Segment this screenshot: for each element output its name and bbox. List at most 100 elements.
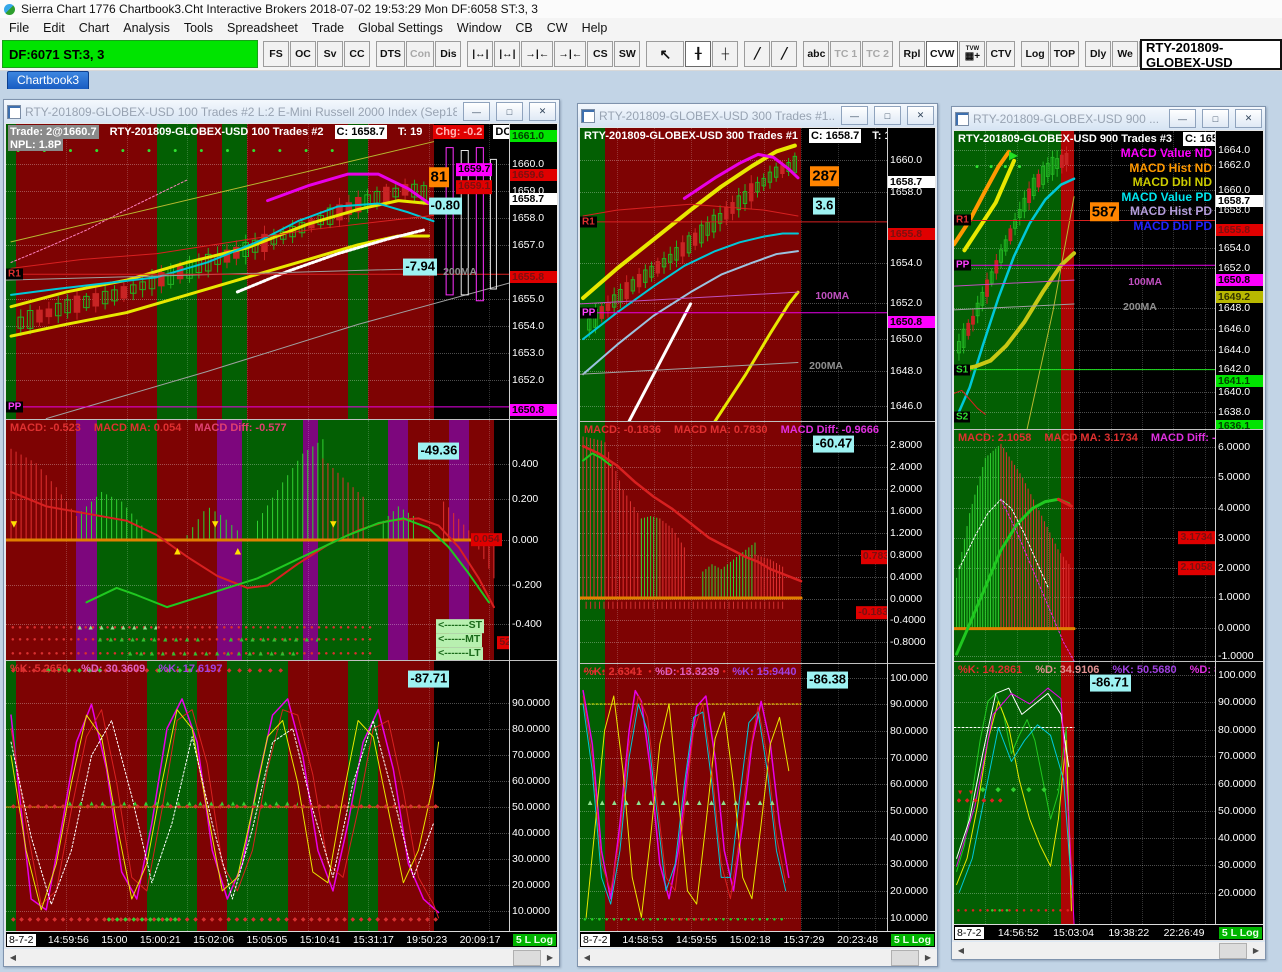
menu-global-settings[interactable]: Global Settings	[351, 19, 450, 37]
scroll-left-arrow[interactable]: ◀	[953, 943, 969, 958]
header-segment: MACD MA: 3.1734	[1044, 432, 1138, 445]
time-label: 8-7-2	[955, 926, 984, 939]
stoch-scale[interactable]: 100.000 90.0000 80.0000 70.0000 60.0000 50.00…	[888, 663, 935, 931]
macd-scale[interactable]: 2.8000 2.4000 2.0000 1.6000 1.2000 0.8000 0.40…	[888, 421, 935, 663]
restore-button[interactable]: □	[874, 106, 901, 125]
toolbar-button-[interactable]: ╱	[771, 41, 798, 67]
scroll-left-arrow[interactable]: ◀	[5, 950, 21, 965]
toolbar-button-cvw[interactable]: CVW	[925, 41, 959, 67]
macd-panel[interactable]: MACD: -0.1836 MACD MA: 0.7830 MACD Diff: -…	[580, 421, 887, 664]
window-titlebar[interactable]: RTY-201809-GLOBEX-USD 300 Trades #1... — □…	[578, 104, 937, 127]
window-title: RTY-201809-GLOBEX-USD 100 Trades #2 L:2 …	[25, 104, 457, 119]
toolbar-button-top[interactable]: TOP	[1049, 41, 1080, 67]
toolbar-button-fs[interactable]: FS	[263, 41, 289, 67]
menu-spreadsheet[interactable]: Spreadsheet	[220, 19, 305, 37]
toolbar-button-[interactable]: ┼	[712, 41, 739, 67]
toolbar-button-[interactable]: |↔|	[467, 41, 494, 67]
scale-tick: 80.0000	[1218, 723, 1256, 736]
stoch-scale[interactable]: 100.000 90.0000 80.0000 70.0000 60.0000 50.00…	[1216, 661, 1263, 924]
toolbar-button-oc[interactable]: OC	[290, 41, 316, 67]
toolbar-button-sw[interactable]: SW	[614, 41, 641, 67]
close-button[interactable]: ✕	[1235, 109, 1262, 128]
toolbar-button-dly[interactable]: Dly	[1085, 41, 1112, 67]
minimize-button[interactable]: —	[1169, 109, 1196, 128]
toolbar-button-[interactable]: →|←	[554, 41, 587, 67]
toolbar-button-ctv[interactable]: CTV	[986, 41, 1016, 67]
toolbar-button-tc2[interactable]: TC 2	[862, 41, 893, 67]
stoch-panel[interactable]: ● ● ● ● ● ● ● ● ● ● ● ● ● ● ● ● ● ● ● ● …	[580, 663, 887, 931]
scroll-thumb[interactable]	[891, 950, 919, 966]
menu-help[interactable]: Help	[575, 19, 615, 37]
toolbar-button-tvw[interactable]: TVW ▦+	[959, 41, 986, 67]
toolbar-button-[interactable]: ╱	[744, 41, 771, 67]
menu-file[interactable]: File	[2, 19, 36, 37]
scale-tick: 1652.0	[890, 296, 923, 309]
window-titlebar[interactable]: RTY-201809-GLOBEX-USD 900 ... — □ ✕	[952, 107, 1265, 130]
toolbar-button-[interactable]: |↔|	[494, 41, 521, 67]
close-button[interactable]: ✕	[529, 102, 556, 121]
toolbar-button-tc1[interactable]: TC 1	[830, 41, 862, 67]
toolbar-button-rpl[interactable]: Rpl	[898, 41, 925, 67]
toolbar-button-[interactable]: ╂	[685, 41, 712, 67]
stoch-panel[interactable]: ▼ ▼ ▼ ▼ ▼◆ ◆ ◆ ◆ ◆ ◆ ◆ ◆ ◆ ◆ ◆ ◆ ◆ ◆ ◆ ◆ …	[954, 661, 1215, 924]
menu-trade[interactable]: Trade	[305, 19, 351, 37]
scroll-thumb[interactable]	[513, 950, 541, 966]
macd-header: MACD: 2.1058 MACD MA: 3.1734 MACD Diff: -1…	[956, 431, 1215, 445]
stoch-panel[interactable]: ◆ ◆ ◆ ◆ ◆ ◆ ◆ ◆ ◆ ◆ ◆ ◆ ◆ ◆ ◆ ◆ ◆ ◆ ◆ ◆ …	[6, 659, 509, 931]
toolbar-button-[interactable]: ↖	[646, 41, 685, 67]
price-panel[interactable]: ● ● ● ● ● ● ● ● ● ● ● ● ● ● ● ● ● Trade: …	[6, 124, 509, 419]
price-scale-column: 1664.0 1662.0 1660.0 1658.0 1654.0 1652.0 1648…	[1215, 131, 1263, 924]
toolbar-button-cs[interactable]: CS	[587, 41, 614, 67]
macd-scale[interactable]: 0.400 0.200 0.000 -0.200 -0.400	[510, 418, 557, 660]
scroll-right-arrow[interactable]: ▶	[542, 950, 558, 965]
macd-panel[interactable]: ▼ ▼ ▼ ▲ ▲ ● ● ● ● ● ● ● ● ● ● ● ● ● ● ● ● ● ●…	[6, 418, 509, 660]
close-button[interactable]: ✕	[907, 106, 934, 125]
scale-tick: 1657.0	[512, 238, 545, 251]
menu-cw[interactable]: CW	[540, 19, 575, 37]
scroll-thumb[interactable]	[1219, 943, 1247, 959]
toolbar-button-sv[interactable]: Sv	[317, 41, 343, 67]
restore-button[interactable]: □	[496, 102, 523, 121]
scale-tick: 50.0000	[512, 800, 550, 813]
menu-bar: File Edit Chart Analysis Tools Spreadsheet Tra…	[0, 18, 1282, 38]
menu-window[interactable]: Window	[450, 19, 508, 37]
restore-button[interactable]: □	[1202, 109, 1229, 128]
toolbar-button-dis[interactable]: Dis	[435, 41, 462, 67]
price-scale[interactable]: 1660.0 1658.0 1654.0 1652.0 1650.0 1648.0 1646…	[888, 128, 935, 421]
scroll-right-arrow[interactable]: ▶	[920, 950, 936, 965]
toolbar-button-cc[interactable]: CC	[344, 41, 370, 67]
toolbar-button-[interactable]: →|←	[521, 41, 554, 67]
menu-edit[interactable]: Edit	[36, 19, 72, 37]
symbol-input[interactable]: RTY-201809-GLOBEX-USD	[1140, 39, 1282, 70]
chart-window-2: RTY-201809-GLOBEX-USD 300 Trades #1... — □…	[577, 103, 938, 967]
value-label: 2.1058	[1178, 561, 1215, 575]
chart-area: ● ● ● ● ● ● ● ● ● ● ● ● ● ● ● ● ● Trade: …	[5, 123, 558, 948]
toolbar-button-we[interactable]: We	[1112, 41, 1139, 67]
macd-scale[interactable]: 6.0000 5.0000 4.0000 3.0000 2.0000 1.0000 0.00…	[1216, 429, 1263, 661]
menu-analysis[interactable]: Analysis	[116, 19, 177, 37]
window-titlebar[interactable]: RTY-201809-GLOBEX-USD 100 Trades #2 L:2 …	[4, 100, 559, 123]
minimize-button[interactable]: —	[463, 102, 490, 121]
toolbar-button-con[interactable]: Con	[406, 41, 435, 67]
chart-h-scrollbar[interactable]: ◀ ▶	[952, 942, 1265, 959]
toolbar-button-log[interactable]: Log	[1021, 41, 1049, 67]
chart-h-scrollbar[interactable]: ◀ ▶	[4, 949, 559, 966]
price-scale[interactable]: 1660.0 1659.0 1658.0 1657.0 1655.0 1654.0 1653…	[510, 124, 557, 419]
price-scale[interactable]: 1664.0 1662.0 1660.0 1658.0 1654.0 1652.0 1648…	[1216, 131, 1263, 430]
chart-h-scrollbar[interactable]: ◀ ▶	[578, 949, 937, 966]
scroll-left-arrow[interactable]: ◀	[579, 950, 595, 965]
scroll-right-arrow[interactable]: ▶	[1248, 943, 1264, 958]
minimize-button[interactable]: —	[841, 106, 868, 125]
menu-chart[interactable]: Chart	[72, 19, 117, 37]
price-panel[interactable]: ● ● ● ● ● ● ●▶RTY-201809-GLOBEX-USD 900 …	[954, 131, 1215, 430]
menu-tools[interactable]: Tools	[177, 19, 220, 37]
price-panel[interactable]: RTY-201809-GLOBEX-USD 300 Trades #1 C: 16…	[580, 128, 887, 422]
menu-cb[interactable]: CB	[508, 19, 539, 37]
header-segment: %K: 14.2861	[958, 664, 1023, 677]
toolbar-button-dts[interactable]: DTS	[376, 41, 405, 67]
tab-chartbook3[interactable]: Chartbook3	[7, 71, 90, 89]
macd-panel[interactable]: MACD: 2.1058 MACD MA: 3.1734 MACD Diff: -1…	[954, 429, 1215, 662]
toolbar-button-abc[interactable]: abc	[803, 41, 830, 67]
stoch-scale[interactable]: 90.0000 80.0000 70.0000 60.0000 50.0000 40.00…	[510, 659, 557, 931]
chart-window-icon	[7, 104, 21, 119]
